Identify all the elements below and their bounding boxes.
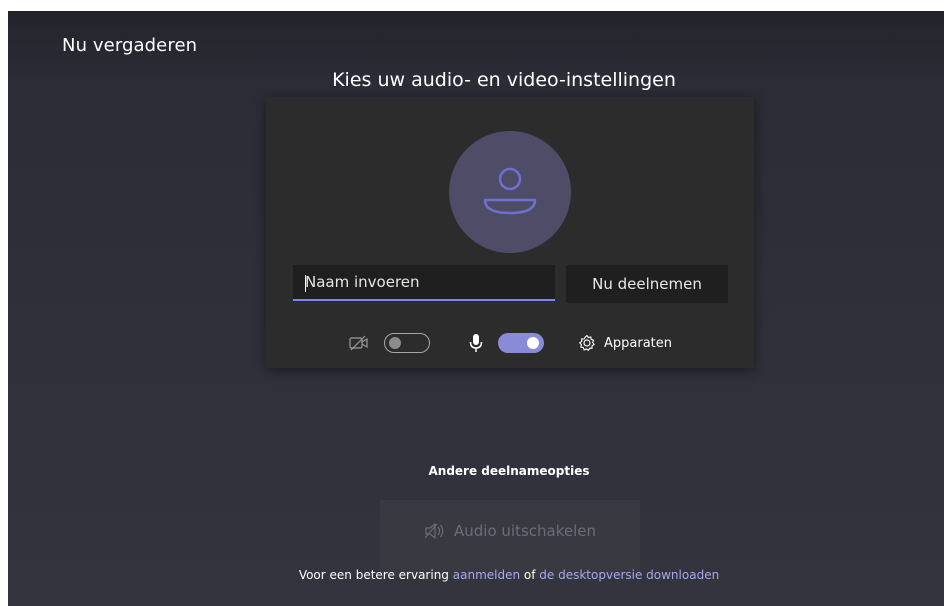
audio-off-button[interactable]: Audio uitschakelen <box>380 500 640 578</box>
download-desktop-link[interactable]: de desktopversie downloaden <box>539 568 719 582</box>
camera-off-icon <box>348 333 370 357</box>
other-options-heading: Andere deelnameopties <box>428 464 590 478</box>
microphone-toggle-knob <box>527 337 539 349</box>
prejoin-panel: Nu deelnemen <box>266 97 754 368</box>
prejoin-heading: Kies uw audio- en video-instellingen <box>332 69 676 91</box>
media-controls: Apparaten <box>266 331 754 357</box>
join-now-button[interactable]: Nu deelnemen <box>566 265 728 303</box>
footer-text: Voor een betere ervaring aanmelden of de… <box>8 568 944 582</box>
footer-prefix: Voor een betere ervaring <box>298 568 453 582</box>
person-icon <box>483 167 537 215</box>
app-window: Nu vergaderen Kies uw audio- en video-in… <box>8 11 944 606</box>
text-caret <box>305 275 306 292</box>
speaker-off-icon <box>424 523 444 539</box>
page-title: Nu vergaderen <box>62 35 198 56</box>
camera-toggle-knob <box>389 337 401 349</box>
footer-middle: of <box>520 568 540 582</box>
audio-off-label: Audio uitschakelen <box>453 522 596 540</box>
microphone-toggle[interactable] <box>498 333 544 353</box>
camera-toggle[interactable] <box>384 333 430 353</box>
signin-link[interactable]: aanmelden <box>453 568 520 582</box>
devices-button[interactable]: Apparaten <box>578 331 672 355</box>
avatar <box>449 131 571 253</box>
microphone-icon <box>468 333 484 357</box>
gear-icon <box>579 334 595 351</box>
devices-label: Apparaten <box>604 335 673 351</box>
name-input[interactable] <box>293 265 555 301</box>
